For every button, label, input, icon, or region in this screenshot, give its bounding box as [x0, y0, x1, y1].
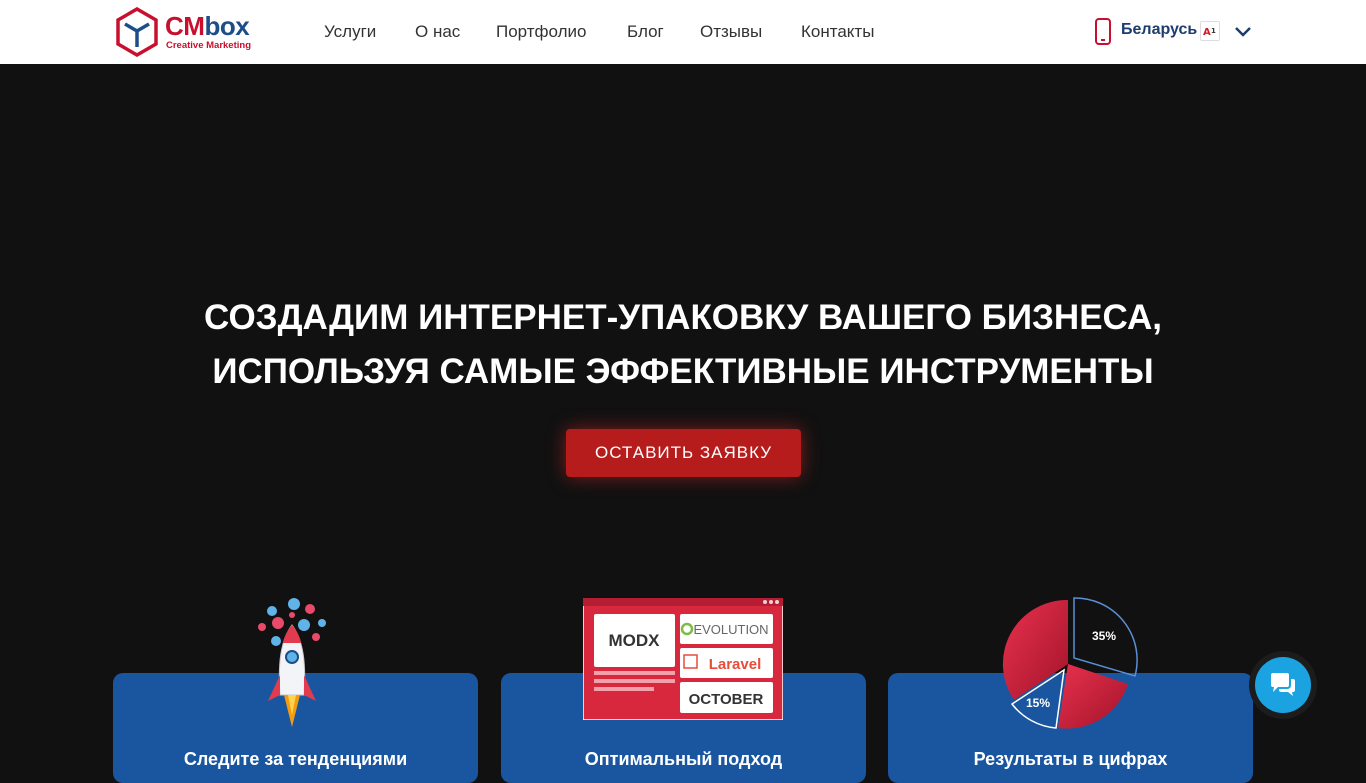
- nav-portfolio[interactable]: Портфолио: [496, 22, 586, 42]
- nav-contacts[interactable]: Контакты: [801, 22, 874, 42]
- cms-label-laravel: Laravel: [709, 656, 762, 673]
- nav-reviews[interactable]: Отзывы: [700, 22, 762, 42]
- cms-label-october: OCTOBER: [689, 691, 764, 708]
- nav-services[interactable]: Услуги: [324, 22, 376, 42]
- pie-label-15: 15%: [1026, 696, 1050, 710]
- chat-bubbles-icon: [1271, 673, 1295, 696]
- card-title: Оптимальный подход: [584, 749, 783, 769]
- nav-blog[interactable]: Блог: [627, 22, 664, 42]
- card-title: Результаты в цифрах: [973, 749, 1168, 769]
- hero-title: СОЗДАДИМ ИНТЕРНЕТ-УПАКОВКУ ВАШЕГО БИЗНЕС…: [133, 291, 1233, 399]
- svg-text:A: A: [1203, 27, 1211, 37]
- hero-title-line1: СОЗДАДИМ ИНТЕРНЕТ-УПАКОВКУ ВАШЕГО БИЗНЕС…: [204, 298, 1162, 337]
- cms-label-modx: MODX: [609, 631, 661, 650]
- hero-title-line2: ИСПОЛЬЗУЯ САМЫЕ ЭФФЕКТИВНЫЕ ИНСТРУМЕНТЫ: [212, 352, 1154, 391]
- pie-chart-icon: 35% 15%: [1002, 597, 1138, 729]
- card-title: Следите за тенденциями: [183, 749, 408, 769]
- cms-label-evolution: EVOLUTION: [693, 622, 768, 637]
- site-header: CMbox Creative Marketing Услуги О нас По…: [0, 0, 1366, 64]
- logo-tagline: Creative Marketing: [166, 40, 252, 51]
- chevron-down-icon[interactable]: [1234, 24, 1252, 38]
- logo-box-icon: [116, 7, 158, 57]
- region-selector[interactable]: Беларусь A1: [1094, 18, 1254, 46]
- logo[interactable]: CMbox Creative Marketing: [115, 7, 255, 57]
- nav-about[interactable]: О нас: [415, 22, 460, 42]
- chat-widget-button[interactable]: [1249, 651, 1317, 719]
- svg-text:1: 1: [1211, 27, 1216, 35]
- region-label: Беларусь: [1121, 21, 1198, 38]
- phone-icon: [1095, 18, 1111, 45]
- logo-wordmark: CMbox: [165, 11, 250, 41]
- chat-button-inner[interactable]: [1255, 657, 1311, 713]
- cms-icon: MODX EVOLUTION Laravel OCTOBER: [583, 598, 783, 720]
- pie-label-35: 35%: [1092, 629, 1116, 643]
- request-button[interactable]: ОСТАВИТЬ ЗАЯВКУ: [566, 429, 801, 477]
- rocket-icon: [258, 598, 326, 727]
- operator-logo: A1: [1200, 21, 1220, 41]
